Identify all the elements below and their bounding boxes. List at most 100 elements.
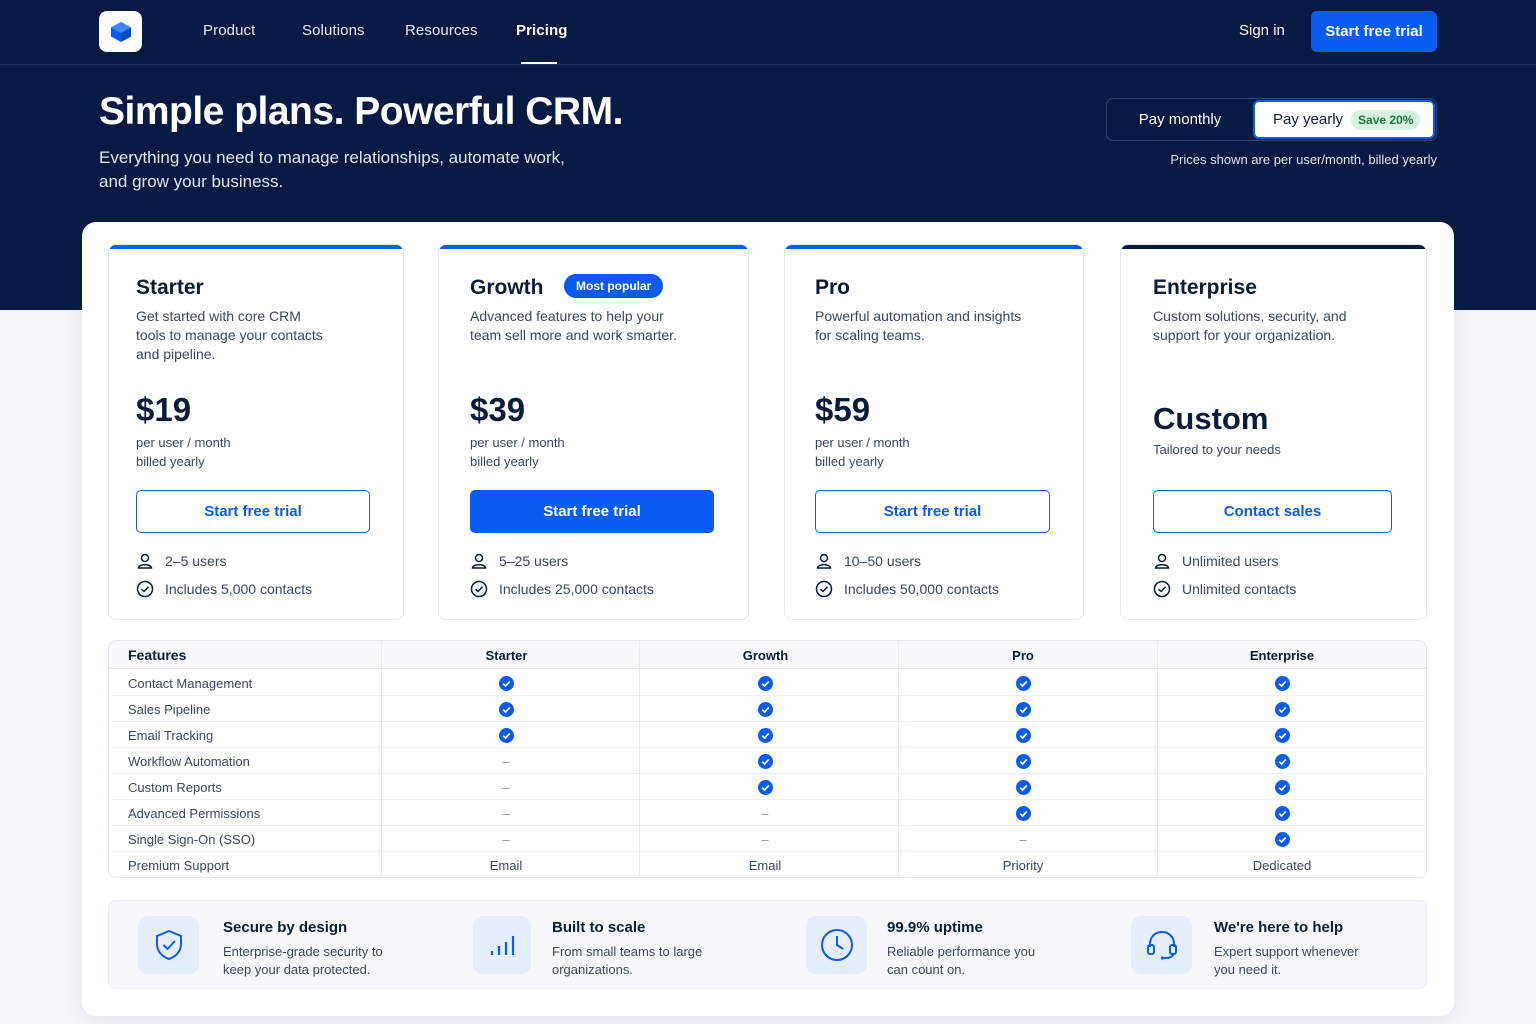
plan-description-line: team sell more and work smarter. xyxy=(470,327,677,343)
check-icon xyxy=(705,748,825,774)
plan-description: Powerful automation and insights for sca… xyxy=(815,307,1021,345)
hero-subtitle: Everything you need to manage relationsh… xyxy=(99,146,599,194)
plan-card-enterprise: Enterprise Custom solutions, security, a… xyxy=(1120,244,1427,620)
card-accent-bar xyxy=(785,245,1083,249)
user-icon xyxy=(137,553,153,569)
header-features: Features xyxy=(128,647,187,663)
not-included-dash: – xyxy=(1019,831,1027,847)
card-accent-bar xyxy=(1121,245,1426,249)
nav-start-trial-button[interactable]: Start free trial xyxy=(1311,11,1437,52)
logo[interactable] xyxy=(99,11,142,52)
pro-start-trial-button[interactable]: Start free trial xyxy=(815,490,1050,533)
plan-users-label: Unlimited users xyxy=(1182,553,1279,569)
check-icon xyxy=(705,774,825,800)
highlight-title: 99.9% uptime xyxy=(887,919,983,936)
hero-subtitle-line: Everything you need to manage relationsh… xyxy=(99,148,565,167)
plan-contacts: Includes 5,000 contacts xyxy=(136,580,312,598)
plan-price-unit: per user / month billed yearly xyxy=(136,433,231,471)
price-billing-line: billed yearly xyxy=(136,454,205,469)
header-starter: Starter xyxy=(485,647,528,663)
highlight-desc-line: Reliable performance you xyxy=(887,944,1036,959)
highlight-title: Built to scale xyxy=(552,919,646,936)
plan-contacts: Includes 25,000 contacts xyxy=(470,580,654,598)
table-row: Contact Management xyxy=(109,670,1426,696)
plan-users: 10–50 users xyxy=(815,552,921,570)
plan-price: $19 xyxy=(136,391,192,428)
not-included-dash: – xyxy=(761,831,769,847)
table-row: Single Sign-On (SSO) – – – xyxy=(109,826,1426,852)
plan-description-line: for scaling teams. xyxy=(815,327,925,343)
price-note: Prices shown are per user/month, billed … xyxy=(1170,152,1437,167)
plan-card-growth: Growth Most popular Advanced features to… xyxy=(438,244,749,620)
highlight-desc-line: can count on. xyxy=(887,962,966,977)
check-icon xyxy=(963,696,1083,722)
highlight-desc-line: Expert support whenever xyxy=(1214,944,1359,959)
save-badge: Save 20% xyxy=(1351,109,1421,130)
page-title: Simple plans. Powerful CRM. xyxy=(99,90,623,133)
plan-description-line: tools to manage your contacts xyxy=(136,327,323,343)
check-icon xyxy=(1222,670,1342,696)
table-row: Email Tracking xyxy=(109,722,1426,748)
nav-product[interactable]: Product xyxy=(203,22,255,39)
check-icon xyxy=(446,722,566,748)
highlights-strip: Secure by design Enterprise-grade securi… xyxy=(108,900,1427,989)
nav-resources[interactable]: Resources xyxy=(405,22,478,39)
pay-yearly-option[interactable]: Pay yearly Save 20% xyxy=(1253,100,1435,139)
check-icon xyxy=(1222,826,1342,852)
table-row: Workflow Automation – xyxy=(109,748,1426,774)
nav-pricing[interactable]: Pricing xyxy=(516,22,568,39)
plan-card-starter: Starter Get started with core CRM tools … xyxy=(108,244,404,620)
price-billing-line: billed yearly xyxy=(470,454,539,469)
plan-users-label: 10–50 users xyxy=(844,553,922,569)
highlight-desc-line: Enterprise-grade security to xyxy=(223,944,383,959)
most-popular-badge: Most popular xyxy=(564,274,664,298)
highlight-desc-line: From small teams to large xyxy=(552,944,703,959)
top-nav: Product Solutions Resources Pricing Sign… xyxy=(0,0,1536,65)
feature-name: Single Sign-On (SSO) xyxy=(128,831,256,847)
plan-contacts-label: Includes 25,000 contacts xyxy=(499,581,654,597)
plan-description-line: Custom solutions, security, and xyxy=(1153,308,1347,324)
plan-price-unit: Tailored to your needs xyxy=(1153,442,1281,457)
highlight-desc-line: you need it. xyxy=(1214,962,1282,977)
highlight-desc: From small teams to large organizations. xyxy=(552,943,742,979)
plan-contacts: Unlimited contacts xyxy=(1153,580,1296,598)
plan-contacts: Includes 50,000 contacts xyxy=(815,580,999,598)
sign-in-link[interactable]: Sign in xyxy=(1239,22,1285,39)
plan-price: $39 xyxy=(470,391,526,428)
not-included-dash: – xyxy=(502,831,510,847)
plan-users: 5–25 users xyxy=(470,552,568,570)
plan-contacts-label: Includes 5,000 contacts xyxy=(165,581,313,597)
clock-icon xyxy=(820,929,853,961)
table-header: Features Starter Growth Pro Enterprise xyxy=(109,641,1426,669)
user-icon xyxy=(1154,553,1170,569)
check-icon xyxy=(963,774,1083,800)
check-icon xyxy=(963,670,1083,696)
check-icon xyxy=(963,748,1083,774)
contact-sales-button[interactable]: Contact sales xyxy=(1153,490,1392,533)
pay-yearly-label: Pay yearly xyxy=(1273,111,1344,128)
support-level: Priority xyxy=(1002,857,1044,873)
check-icon xyxy=(705,696,825,722)
starter-start-trial-button[interactable]: Start free trial xyxy=(136,490,370,533)
header-growth: Growth xyxy=(742,647,789,663)
headset-icon xyxy=(1146,930,1177,960)
header-enterprise: Enterprise xyxy=(1249,647,1315,663)
pay-monthly-option[interactable]: Pay monthly xyxy=(1107,99,1253,140)
column-divider xyxy=(381,641,382,877)
nav-solutions[interactable]: Solutions xyxy=(302,22,365,39)
plan-users-label: 2–5 users xyxy=(165,553,227,569)
support-level: Email xyxy=(489,857,523,873)
feature-name: Workflow Automation xyxy=(128,753,250,769)
column-divider xyxy=(639,641,640,877)
price-billing-line: billed yearly xyxy=(815,454,884,469)
feature-name: Sales Pipeline xyxy=(128,701,211,717)
user-icon xyxy=(471,553,487,569)
plan-price: $59 xyxy=(815,391,871,428)
plan-price-unit: per user / month billed yearly xyxy=(470,433,565,471)
growth-start-trial-button[interactable]: Start free trial xyxy=(470,490,714,533)
table-row: Premium Support Email Email Priority Dedicat… xyxy=(109,852,1426,877)
plan-price: Custom xyxy=(1153,401,1269,436)
highlight-desc: Expert support whenever you need it. xyxy=(1214,943,1404,979)
check-icon xyxy=(1222,748,1342,774)
price-unit-line: per user / month xyxy=(470,435,565,450)
